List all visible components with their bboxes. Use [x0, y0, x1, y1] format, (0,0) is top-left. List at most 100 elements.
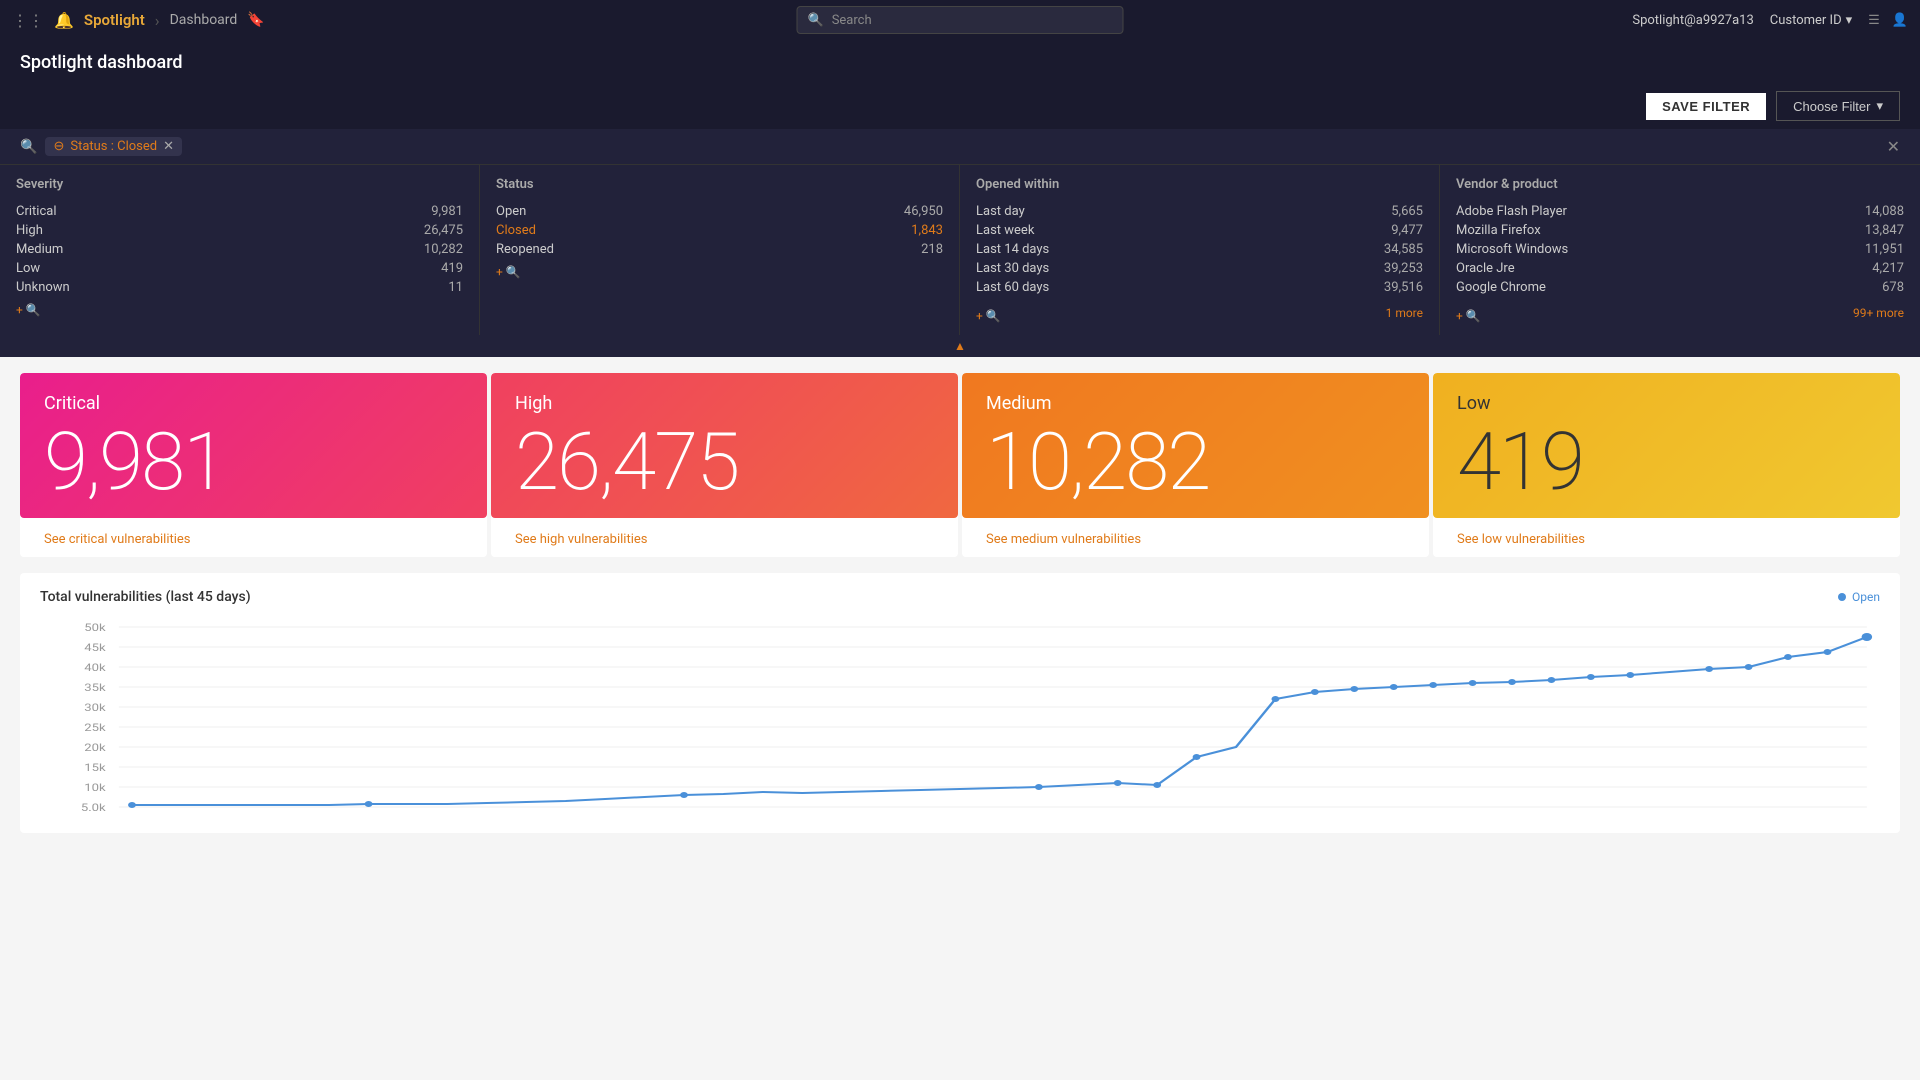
page-title: Spotlight dashboard [20, 52, 1900, 83]
filter-bar: 🔍 ⊖ Status : Closed ✕ ✕ [0, 129, 1920, 164]
facet-vendor-99more[interactable]: 99+ more [1853, 306, 1904, 320]
facet-opened-footer: + 🔍 1 more [976, 303, 1423, 323]
search-bar[interactable]: 🔍 Search [797, 6, 1124, 34]
svg-text:15k: 15k [84, 762, 105, 774]
facet-vendor-product: Vendor & product Adobe Flash Player 14,0… [1440, 165, 1920, 335]
search-icon: 🔍 [808, 13, 824, 28]
save-filter-button[interactable]: SAVE FILTER [1646, 93, 1766, 120]
filter-circle-icon: ⊖ [53, 139, 64, 154]
nav-brand[interactable]: Spotlight [84, 11, 145, 29]
legend-dot [1838, 593, 1846, 601]
facet-vendor-search-more[interactable]: + 🔍 [1456, 309, 1481, 323]
facet-vendor-title: Vendor & product [1456, 177, 1904, 192]
low-card-bottom: See low vulnerabilities [1433, 518, 1900, 557]
facet-opened-1more[interactable]: 1 more [1386, 306, 1423, 320]
high-count: 26,475 [515, 422, 934, 502]
critical-link[interactable]: See critical vulnerabilities [44, 532, 191, 547]
medium-card: Medium 10,282 [962, 373, 1429, 518]
legend-label: Open [1852, 590, 1880, 604]
vulnerability-chart: 50k 45k 40k 35k 30k 25k 20k 15k 10k 5.0k [40, 617, 1880, 817]
svg-text:20k: 20k [84, 742, 105, 754]
facet-opened-last-day[interactable]: Last day 5,665 [976, 202, 1423, 221]
search-placeholder: Search [832, 13, 872, 28]
svg-text:30k: 30k [84, 702, 105, 714]
facet-severity-medium[interactable]: Medium 10,282 [16, 240, 463, 259]
choose-filter-label: Choose Filter [1793, 99, 1870, 114]
apps-icon[interactable]: ⋮⋮ [12, 11, 44, 30]
high-link[interactable]: See high vulnerabilities [515, 532, 647, 547]
page-header: Spotlight dashboard [0, 40, 1920, 83]
facet-opened-search-more[interactable]: + 🔍 [976, 309, 1001, 323]
nav-right: Spotlight@a9927a13 Customer ID ▾ ☰ 👤 [1632, 13, 1908, 28]
facet-status-closed[interactable]: Closed 1,843 [496, 221, 943, 240]
facet-severity-more[interactable]: + 🔍 [16, 303, 463, 317]
low-card-wrapper: Low 419 See low vulnerabilities [1433, 373, 1900, 557]
low-count: 419 [1457, 422, 1876, 502]
facet-vendor-adobe[interactable]: Adobe Flash Player 14,088 [1456, 202, 1904, 221]
svg-text:40k: 40k [84, 662, 105, 674]
nav-breadcrumb[interactable]: Dashboard [170, 12, 238, 28]
facet-status-title: Status [496, 177, 943, 192]
facet-opened-within: Opened within Last day 5,665 Last week 9… [960, 165, 1440, 335]
facet-severity-high[interactable]: High 26,475 [16, 221, 463, 240]
search-icon: 🔍 [20, 139, 37, 155]
facet-status: Status Open 46,950 Closed 1,843 Reopened… [480, 165, 960, 335]
critical-card-wrapper: Critical 9,981 See critical vulnerabilit… [20, 373, 487, 557]
collapse-arrow[interactable]: ▲ [0, 335, 1920, 357]
bookmark-icon[interactable]: 🔖 [247, 12, 264, 28]
facet-severity-low[interactable]: Low 419 [16, 259, 463, 278]
critical-label: Critical [44, 393, 463, 414]
facet-severity-unknown[interactable]: Unknown 11 [16, 278, 463, 297]
facet-status-more[interactable]: + 🔍 [496, 265, 943, 279]
medium-card-bottom: See medium vulnerabilities [962, 518, 1429, 557]
facet-severity: Severity Critical 9,981 High 26,475 Medi… [0, 165, 480, 335]
chevron-down-icon: ▾ [1846, 13, 1853, 28]
facet-vendor-oracle[interactable]: Oracle Jre 4,217 [1456, 259, 1904, 278]
svg-text:5.0k: 5.0k [81, 802, 106, 814]
filter-tag-close[interactable]: ✕ [163, 139, 174, 154]
facets-panel: Severity Critical 9,981 High 26,475 Medi… [0, 164, 1920, 335]
high-card: High 26,475 [491, 373, 958, 518]
chart-section: Total vulnerabilities (last 45 days) Ope… [20, 573, 1900, 833]
facet-vendor-firefox[interactable]: Mozilla Firefox 13,847 [1456, 221, 1904, 240]
facet-opened-60days[interactable]: Last 60 days 39,516 [976, 278, 1423, 297]
high-label: High [515, 393, 934, 414]
medium-label: Medium [986, 393, 1405, 414]
filter-tag[interactable]: ⊖ Status : Closed ✕ [45, 137, 182, 156]
nav-icons-group: ☰ 👤 [1868, 13, 1908, 28]
facet-severity-title: Severity [16, 177, 463, 192]
svg-text:10k: 10k [84, 782, 105, 794]
low-link[interactable]: See low vulnerabilities [1457, 532, 1585, 547]
top-nav: ⋮⋮ 🔔 Spotlight › Dashboard 🔖 🔍 Search Sp… [0, 0, 1920, 40]
chart-title: Total vulnerabilities (last 45 days) [40, 589, 251, 605]
facet-vendor-chrome[interactable]: Google Chrome 678 [1456, 278, 1904, 297]
facet-opened-last-week[interactable]: Last week 9,477 [976, 221, 1423, 240]
facet-opened-14days[interactable]: Last 14 days 34,585 [976, 240, 1423, 259]
facet-status-open[interactable]: Open 46,950 [496, 202, 943, 221]
high-card-bottom: See high vulnerabilities [491, 518, 958, 557]
search-plus-icon: + 🔍 [16, 303, 41, 317]
svg-text:25k: 25k [84, 722, 105, 734]
critical-card: Critical 9,981 [20, 373, 487, 518]
customer-id-button[interactable]: Customer ID ▾ [1770, 13, 1852, 28]
chart-header: Total vulnerabilities (last 45 days) Ope… [40, 589, 1880, 605]
user-list-icon[interactable]: ☰ [1868, 13, 1880, 28]
svg-text:35k: 35k [84, 682, 105, 694]
facet-vendor-windows[interactable]: Microsoft Windows 11,951 [1456, 240, 1904, 259]
choose-filter-button[interactable]: Choose Filter ▾ [1776, 91, 1900, 121]
settings-icon[interactable]: 🔔 [54, 11, 74, 30]
facet-severity-critical[interactable]: Critical 9,981 [16, 202, 463, 221]
nav-separator: › [155, 11, 160, 30]
user-icon[interactable]: 👤 [1892, 13, 1908, 28]
filter-close-all[interactable]: ✕ [1887, 137, 1900, 156]
customer-id-label: Customer ID [1770, 13, 1842, 28]
critical-card-bottom: See critical vulnerabilities [20, 518, 487, 557]
facet-opened-within-title: Opened within [976, 177, 1423, 192]
filter-tag-label: Status : Closed [70, 139, 157, 154]
svg-text:50k: 50k [84, 622, 105, 634]
facet-status-reopened[interactable]: Reopened 218 [496, 240, 943, 259]
medium-link[interactable]: See medium vulnerabilities [986, 532, 1141, 547]
facet-opened-30days[interactable]: Last 30 days 39,253 [976, 259, 1423, 278]
svg-text:45k: 45k [84, 642, 105, 654]
low-label: Low [1457, 393, 1876, 414]
